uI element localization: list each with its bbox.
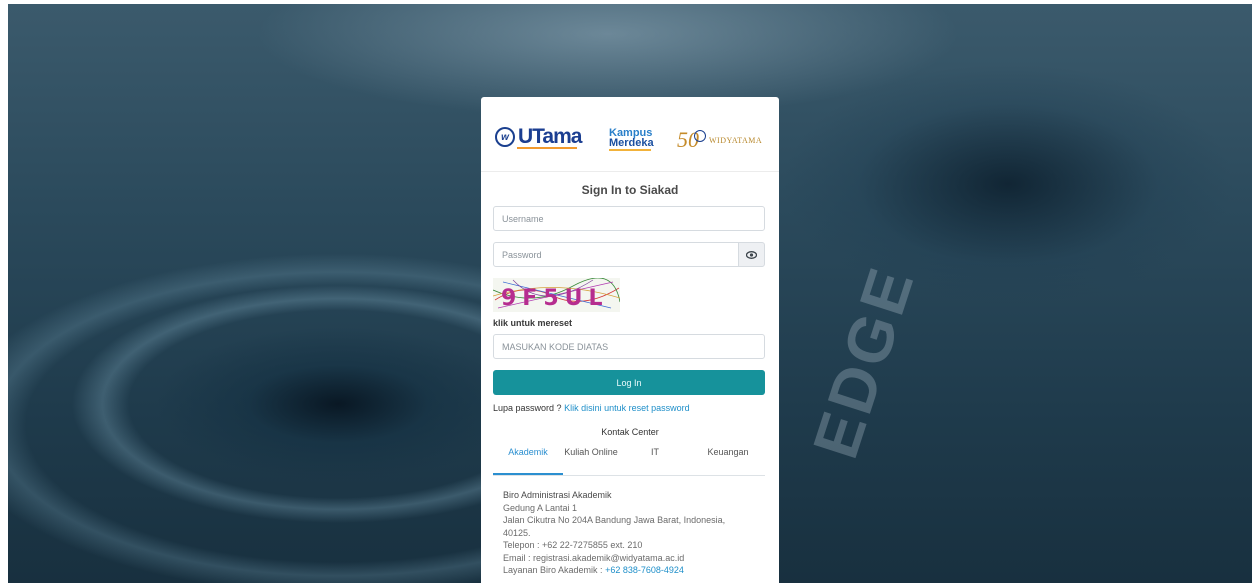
username-input[interactable] bbox=[493, 206, 765, 231]
office-service: Layanan Biro Akademik : +62 838-7608-492… bbox=[503, 564, 753, 577]
office-address: Jalan Cikutra No 204A Bandung Jawa Barat… bbox=[503, 515, 726, 538]
logo-header: w UTama Kampus Merdeka 50 WIDYATAMA bbox=[481, 97, 779, 172]
forgot-password-text: Lupa password ? bbox=[493, 403, 562, 413]
utama-mark-icon: w bbox=[495, 127, 515, 147]
tab-it[interactable]: IT bbox=[619, 445, 691, 475]
office-phone: Telepon : +62 22-7275855 ext. 210 bbox=[503, 540, 643, 550]
merdeka-text: Merdeka bbox=[609, 137, 654, 149]
login-card: w UTama Kampus Merdeka 50 WIDYATAMA Sign… bbox=[481, 97, 779, 583]
show-password-button[interactable] bbox=[738, 242, 765, 267]
captcha-graphic: 9F5UL bbox=[492, 277, 621, 312]
captcha-text: 9F5UL bbox=[501, 286, 609, 311]
widyatama-50-logo: 50 WIDYATAMA bbox=[677, 129, 763, 151]
utama-logo: w UTama bbox=[495, 125, 582, 149]
contact-details: Biro Administrasi Akademik Gedung A Lant… bbox=[503, 489, 753, 577]
kampus-merdeka-bar bbox=[609, 149, 651, 151]
service-phone-link[interactable]: +62 838-7608-4924 bbox=[605, 565, 684, 575]
background-watermark: EDGE bbox=[798, 256, 929, 467]
contact-center-heading: Kontak Center bbox=[601, 427, 659, 437]
office-email: Email : registrasi.akademik@widyatama.ac… bbox=[503, 552, 685, 563]
login-button[interactable]: Log In bbox=[493, 370, 765, 395]
reset-password-link[interactable]: Klik disini untuk reset password bbox=[564, 403, 690, 413]
page-title: Sign In to Siakad bbox=[581, 183, 679, 197]
captcha-image[interactable]: 9F5UL bbox=[492, 277, 621, 312]
office-name: Biro Administrasi Akademik bbox=[503, 490, 612, 500]
kampus-merdeka-logo: Kampus Merdeka bbox=[609, 128, 654, 151]
utama-underline bbox=[517, 147, 577, 149]
widyatama-mark-icon bbox=[694, 130, 706, 142]
widyatama-text: WIDYATAMA bbox=[709, 135, 763, 145]
tab-kuliah-online[interactable]: Kuliah Online bbox=[563, 445, 619, 475]
eye-icon bbox=[746, 250, 757, 259]
contact-tabs: Akademik Kuliah Online IT Keuangan bbox=[493, 445, 765, 476]
service-label: Layanan Biro Akademik : bbox=[503, 565, 603, 575]
forgot-password: Lupa password ? Klik disini untuk reset … bbox=[493, 403, 690, 413]
tab-akademik[interactable]: Akademik bbox=[493, 445, 563, 475]
password-group bbox=[493, 242, 765, 267]
captcha-input[interactable] bbox=[493, 334, 765, 359]
office-building: Gedung A Lantai 1 bbox=[503, 502, 578, 513]
captcha-reset-label[interactable]: klik untuk mereset bbox=[493, 318, 572, 328]
password-input[interactable] bbox=[493, 242, 739, 267]
utama-logo-text: UTama bbox=[518, 125, 582, 148]
tab-keuangan[interactable]: Keuangan bbox=[691, 445, 765, 475]
